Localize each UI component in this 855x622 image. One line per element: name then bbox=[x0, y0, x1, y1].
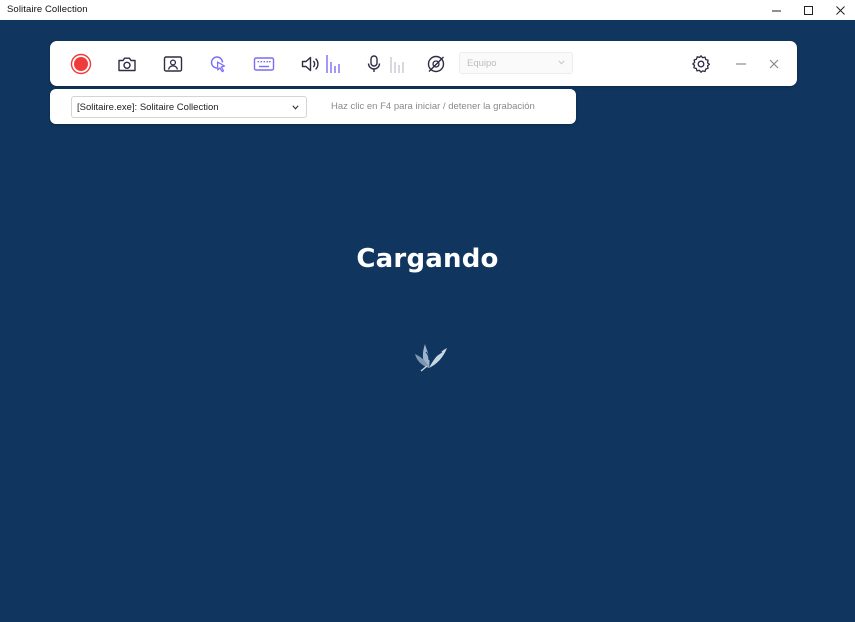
window-close-button[interactable] bbox=[823, 0, 855, 20]
webcam-icon bbox=[163, 56, 183, 72]
cursor-effect-button[interactable] bbox=[205, 51, 231, 77]
keyboard-icon bbox=[253, 57, 275, 71]
window-minimize-icon bbox=[771, 10, 781, 11]
window-titlebar: Solitaire Collection bbox=[0, 0, 855, 20]
microphone-button[interactable] bbox=[361, 51, 387, 77]
loading-text: Cargando bbox=[356, 244, 499, 274]
chevron-down-icon bbox=[292, 105, 299, 110]
minimize-icon bbox=[736, 63, 746, 65]
microphone-icon bbox=[367, 55, 381, 72]
microphone-level-icon bbox=[390, 57, 404, 73]
cursor-click-icon bbox=[210, 56, 226, 73]
capture-target-bar: [Solitaire.exe]: Solitaire Collection Ha… bbox=[50, 89, 576, 124]
window-select-value: [Solitaire.exe]: Solitaire Collection bbox=[77, 102, 219, 113]
hotkey-hint: Haz clic en F4 para iniciar / detener la… bbox=[331, 101, 535, 112]
microphone-level bbox=[387, 51, 407, 77]
no-webcam-icon bbox=[427, 55, 445, 73]
window-select[interactable]: [Solitaire.exe]: Solitaire Collection bbox=[71, 96, 307, 118]
keystroke-button[interactable] bbox=[251, 51, 277, 77]
toolbar-minimize-button[interactable] bbox=[728, 51, 754, 77]
screenshot-button[interactable] bbox=[114, 51, 140, 77]
close-icon bbox=[769, 59, 779, 69]
settings-button[interactable] bbox=[688, 51, 714, 77]
audio-source-value: Equipo bbox=[467, 58, 497, 69]
record-button[interactable] bbox=[68, 51, 94, 77]
window-maximize-button[interactable] bbox=[791, 0, 825, 20]
window-close-icon bbox=[835, 5, 845, 15]
window-minimize-button[interactable] bbox=[759, 0, 793, 20]
record-icon bbox=[70, 53, 92, 75]
webcam-button[interactable] bbox=[160, 51, 186, 77]
audio-source-select: Equipo bbox=[459, 52, 573, 74]
toolbar-close-button[interactable] bbox=[761, 51, 787, 77]
camera-icon bbox=[118, 57, 136, 72]
webcam-toggle-button[interactable] bbox=[423, 51, 449, 77]
speaker-level-icon bbox=[326, 55, 340, 73]
window-title: Solitaire Collection bbox=[7, 4, 88, 15]
speaker-icon bbox=[301, 56, 319, 72]
system-audio-level bbox=[323, 51, 343, 77]
chevron-down-icon bbox=[558, 60, 565, 65]
settings-icon bbox=[692, 55, 711, 73]
solitaire-logo-icon bbox=[415, 344, 447, 372]
window-maximize-icon bbox=[803, 5, 813, 15]
system-audio-button[interactable] bbox=[297, 51, 323, 77]
recorder-toolbar: Equipo bbox=[50, 41, 797, 86]
